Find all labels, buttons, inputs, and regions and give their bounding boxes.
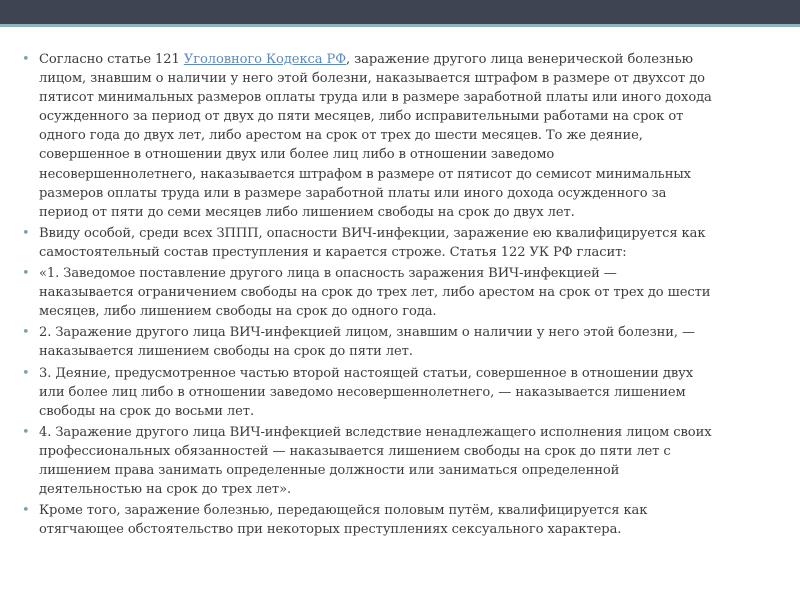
bullet-list: • Согласно статье 121 Уголовного Кодекса… bbox=[22, 50, 712, 539]
paragraph-text: Ввиду особой, среди всех ЗППП, опасности… bbox=[39, 225, 706, 260]
slide-content: • Согласно статье 121 Уголовного Кодекса… bbox=[22, 50, 712, 541]
paragraph-text: , заражение другого лица венерической бо… bbox=[39, 52, 712, 220]
bullet-icon: • bbox=[22, 325, 30, 341]
bullet-icon: • bbox=[22, 503, 30, 519]
slide-header-accent-line bbox=[0, 24, 800, 27]
bullet-item-article-121: • Согласно статье 121 Уголовного Кодекса… bbox=[22, 50, 712, 222]
paragraph-text: 4. Заражение другого лица ВИЧ-инфекцией … bbox=[39, 424, 712, 498]
criminal-code-link[interactable]: Уголовного Кодекса РФ bbox=[184, 52, 346, 67]
paragraph-text: Согласно статье 121 bbox=[39, 52, 184, 67]
slide-header-bar bbox=[0, 0, 800, 24]
bullet-item-part-2: • 2. Заражение другого лица ВИЧ-инфекцие… bbox=[22, 323, 712, 361]
paragraph-text: 2. Заражение другого лица ВИЧ-инфекцией … bbox=[39, 325, 695, 360]
bullet-icon: • bbox=[22, 52, 30, 67]
bullet-item-part-4: • 4. Заражение другого лица ВИЧ-инфекцие… bbox=[22, 423, 712, 499]
paragraph-text: 3. Деяние, предусмотренное частью второй… bbox=[39, 365, 693, 419]
bullet-icon: • bbox=[22, 266, 30, 282]
bullet-item-hiv-intro: • Ввиду особой, среди всех ЗППП, опаснос… bbox=[22, 224, 712, 262]
bullet-icon: • bbox=[22, 225, 30, 241]
bullet-item-part-1: • «1. Заведомое поставление другого лица… bbox=[22, 264, 712, 321]
bullet-item-part-3: • 3. Деяние, предусмотренное частью втор… bbox=[22, 364, 712, 421]
bullet-icon: • bbox=[22, 365, 30, 381]
paragraph-text: «1. Заведомое поставление другого лица в… bbox=[39, 266, 711, 320]
bullet-icon: • bbox=[22, 424, 30, 440]
bullet-item-aggravating: • Кроме того, заражение болезнью, переда… bbox=[22, 501, 712, 539]
paragraph-text: Кроме того, заражение болезнью, передающ… bbox=[39, 503, 648, 538]
